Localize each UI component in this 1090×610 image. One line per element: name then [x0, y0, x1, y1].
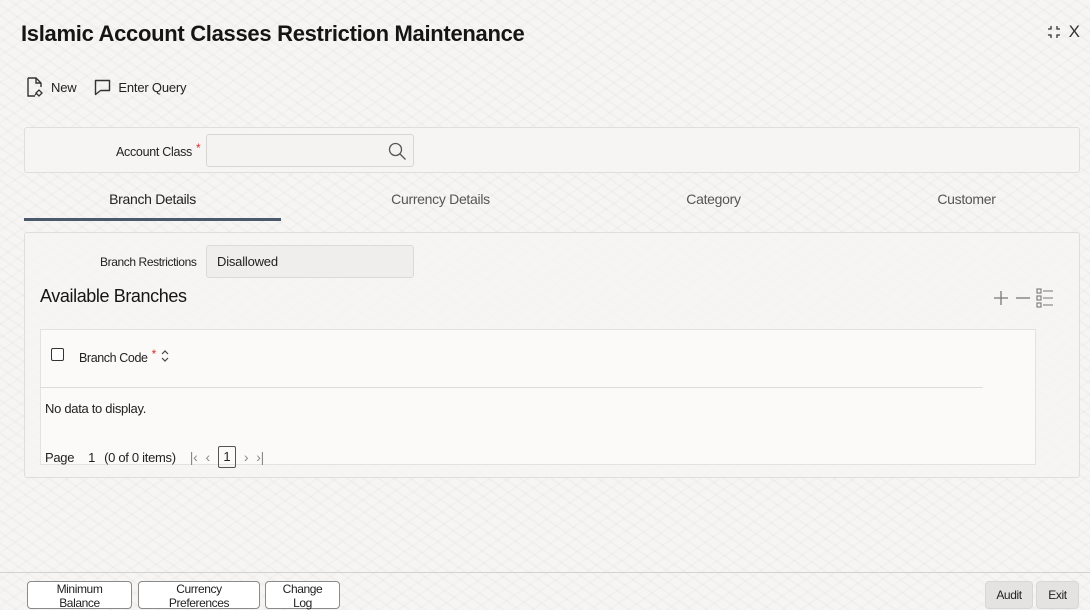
page-label: Page [45, 449, 75, 465]
account-class-label: Account Class * [116, 141, 201, 159]
required-marker: * [151, 347, 157, 361]
tab-category[interactable]: Category [585, 191, 842, 207]
single-record-view-icon[interactable] [1036, 288, 1054, 308]
maximize-icon[interactable] [1047, 25, 1061, 39]
tab-branch-details[interactable]: Branch Details [24, 191, 281, 207]
page-number-input[interactable]: 1 [88, 450, 95, 465]
window-controls: X [1047, 22, 1080, 42]
branch-restrictions-label: Branch Restrictions [100, 255, 197, 269]
toolbar: New Enter Query [26, 77, 204, 97]
empty-grid-message: No data to display. [45, 401, 147, 416]
account-class-field [206, 134, 414, 167]
next-page-icon[interactable]: › [244, 449, 249, 465]
branch-code-column-header[interactable]: Branch Code * [79, 347, 156, 365]
available-branches-title: Available Branches [40, 286, 187, 306]
delete-row-icon[interactable] [1014, 289, 1032, 307]
close-icon[interactable]: X [1069, 22, 1080, 42]
new-button[interactable]: New [26, 77, 77, 97]
audit-button[interactable]: Audit [985, 581, 1033, 609]
select-all-checkbox[interactable] [51, 348, 64, 361]
enter-query-button[interactable]: Enter Query [94, 79, 187, 96]
new-document-icon [27, 77, 43, 97]
exit-button[interactable]: Exit [1036, 581, 1079, 609]
tab-customer[interactable]: Customer [838, 191, 1090, 207]
branch-restrictions-select[interactable]: Disallowed [206, 245, 414, 278]
search-icon[interactable] [387, 141, 407, 161]
enter-query-label: Enter Query [118, 79, 187, 95]
account-class-label-text: Account Class [116, 145, 192, 159]
page-title: Islamic Account Classes Restriction Main… [21, 21, 525, 46]
grid-controls [992, 288, 1054, 308]
previous-page-icon[interactable]: ‹ [205, 449, 210, 465]
sort-icon[interactable] [160, 349, 170, 363]
minimum-balance-button[interactable]: Minimum Balance [27, 581, 132, 610]
pagination: Page 1 (0 of 0 items) |‹ ‹ 1 › ›| [45, 446, 272, 468]
add-row-icon[interactable] [992, 289, 1010, 307]
grid-header [40, 330, 983, 388]
last-page-icon[interactable]: ›| [256, 449, 264, 465]
account-class-input[interactable] [207, 135, 377, 166]
currency-preferences-button[interactable]: Currency Preferences [138, 581, 260, 610]
new-button-label: New [51, 79, 77, 95]
query-icon [95, 79, 111, 95]
change-log-button[interactable]: Change Log [265, 581, 340, 610]
first-page-icon[interactable]: |‹ [190, 449, 198, 465]
tab-currency-details[interactable]: Currency Details [312, 191, 569, 207]
branch-code-header-text: Branch Code [79, 351, 148, 365]
items-count: (0 of 0 items) [104, 449, 176, 465]
active-tab-indicator [24, 218, 281, 221]
footer-divider [0, 572, 1090, 573]
required-marker: * [196, 141, 201, 155]
current-page-button[interactable]: 1 [217, 446, 236, 468]
